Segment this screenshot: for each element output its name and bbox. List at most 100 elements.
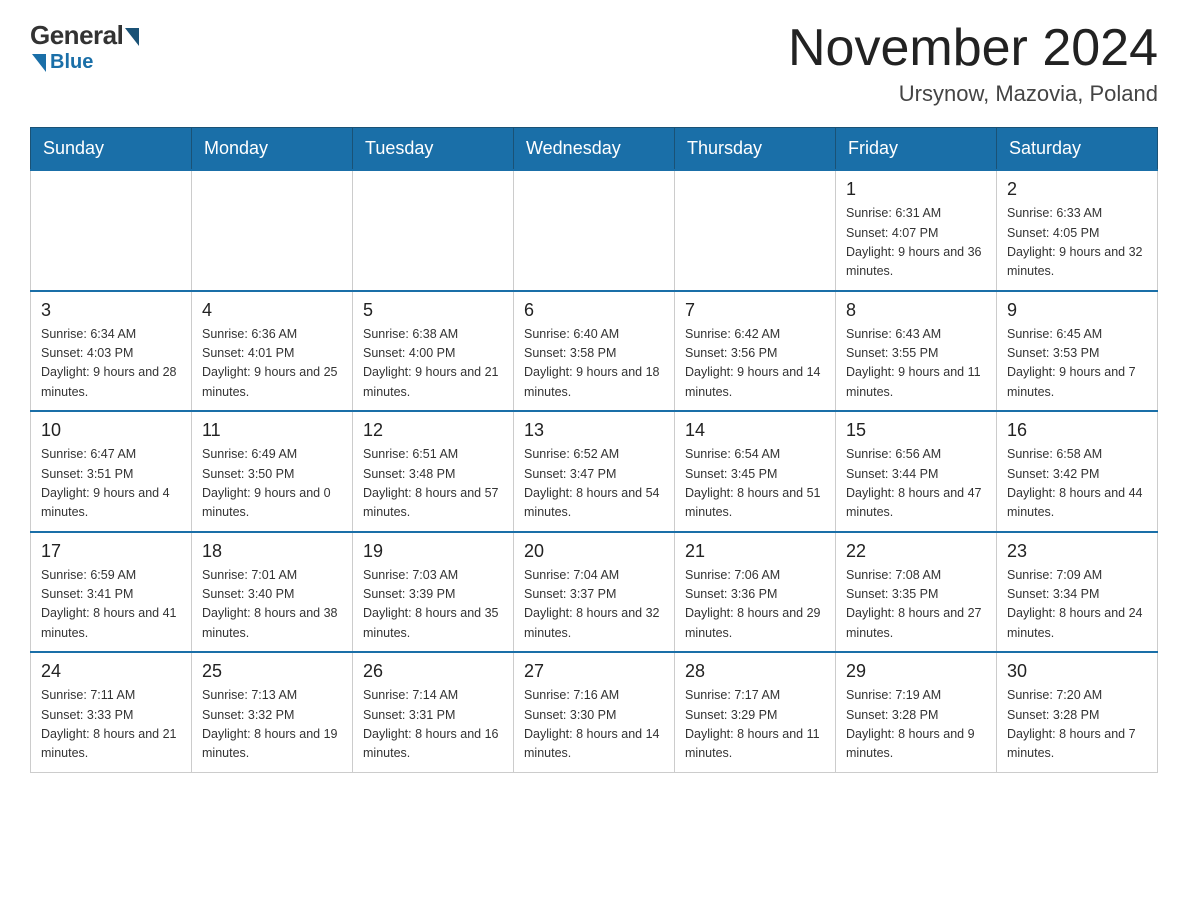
day-number: 4 — [202, 300, 342, 321]
day-number: 7 — [685, 300, 825, 321]
calendar-cell: 4 Sunrise: 6:36 AMSunset: 4:01 PMDaylight… — [192, 291, 353, 412]
day-number: 6 — [524, 300, 664, 321]
day-info: Sunrise: 7:16 AMSunset: 3:30 PMDaylight:… — [524, 686, 664, 764]
day-number: 18 — [202, 541, 342, 562]
calendar-header-thursday: Thursday — [675, 128, 836, 171]
day-info: Sunrise: 7:19 AMSunset: 3:28 PMDaylight:… — [846, 686, 986, 764]
day-number: 5 — [363, 300, 503, 321]
calendar-cell: 22Sunrise: 7:08 AMSunset: 3:35 PMDayligh… — [836, 532, 997, 653]
week-row-4: 17 Sunrise: 6:59 AMSunset: 3:41 PMDayligh… — [31, 532, 1158, 653]
calendar-cell: 14 Sunrise: 6:54 AMSunset: 3:45 PMDayligh… — [675, 411, 836, 532]
day-number: 20 — [524, 541, 664, 562]
calendar-header-wednesday: Wednesday — [514, 128, 675, 171]
calendar-header-monday: Monday — [192, 128, 353, 171]
day-info: Sunrise: 6:47 AMSunset: 3:51 PMDaylight:… — [41, 445, 181, 523]
week-row-3: 10 Sunrise: 6:47 AMSunset: 3:51 PMDayligh… — [31, 411, 1158, 532]
calendar-cell: 16 Sunrise: 6:58 AMSunset: 3:42 PMDayligh… — [997, 411, 1158, 532]
day-info: Sunrise: 6:51 AMSunset: 3:48 PMDaylight:… — [363, 445, 503, 523]
calendar-cell: 13Sunrise: 6:52 AMSunset: 3:47 PMDayligh… — [514, 411, 675, 532]
day-number: 14 — [685, 420, 825, 441]
day-number: 25 — [202, 661, 342, 682]
calendar-cell: 25 Sunrise: 7:13 AMSunset: 3:32 PMDayligh… — [192, 652, 353, 772]
calendar-header-tuesday: Tuesday — [353, 128, 514, 171]
calendar-cell: 17 Sunrise: 6:59 AMSunset: 3:41 PMDayligh… — [31, 532, 192, 653]
calendar-header-friday: Friday — [836, 128, 997, 171]
week-row-2: 3 Sunrise: 6:34 AMSunset: 4:03 PMDaylight… — [31, 291, 1158, 412]
calendar-cell: 18 Sunrise: 7:01 AMSunset: 3:40 PMDayligh… — [192, 532, 353, 653]
day-info: Sunrise: 6:54 AMSunset: 3:45 PMDaylight:… — [685, 445, 825, 523]
day-number: 3 — [41, 300, 181, 321]
day-info: Sunrise: 7:04 AMSunset: 3:37 PMDaylight:… — [524, 566, 664, 644]
day-info: Sunrise: 7:13 AMSunset: 3:32 PMDaylight:… — [202, 686, 342, 764]
calendar-cell: 7Sunrise: 6:42 AMSunset: 3:56 PMDaylight… — [675, 291, 836, 412]
title-section: November 2024 Ursynow, Mazovia, Poland — [788, 20, 1158, 107]
calendar-cell — [514, 170, 675, 291]
day-number: 29 — [846, 661, 986, 682]
day-number: 24 — [41, 661, 181, 682]
calendar-header-sunday: Sunday — [31, 128, 192, 171]
day-info: Sunrise: 7:20 AMSunset: 3:28 PMDaylight:… — [1007, 686, 1147, 764]
calendar-cell: 20 Sunrise: 7:04 AMSunset: 3:37 PMDayligh… — [514, 532, 675, 653]
calendar-cell: 2Sunrise: 6:33 AMSunset: 4:05 PMDaylight… — [997, 170, 1158, 291]
calendar-cell: 6 Sunrise: 6:40 AMSunset: 3:58 PMDaylight… — [514, 291, 675, 412]
day-number: 9 — [1007, 300, 1147, 321]
calendar-cell: 15 Sunrise: 6:56 AMSunset: 3:44 PMDayligh… — [836, 411, 997, 532]
day-number: 16 — [1007, 420, 1147, 441]
day-info: Sunrise: 6:45 AMSunset: 3:53 PMDaylight:… — [1007, 325, 1147, 403]
day-number: 17 — [41, 541, 181, 562]
day-info: Sunrise: 7:06 AMSunset: 3:36 PMDaylight:… — [685, 566, 825, 644]
calendar-cell: 26Sunrise: 7:14 AMSunset: 3:31 PMDayligh… — [353, 652, 514, 772]
calendar-cell: 21 Sunrise: 7:06 AMSunset: 3:36 PMDayligh… — [675, 532, 836, 653]
day-info: Sunrise: 6:38 AMSunset: 4:00 PMDaylight:… — [363, 325, 503, 403]
month-title: November 2024 — [788, 20, 1158, 77]
day-info: Sunrise: 7:17 AMSunset: 3:29 PMDaylight:… — [685, 686, 825, 764]
day-info: Sunrise: 6:56 AMSunset: 3:44 PMDaylight:… — [846, 445, 986, 523]
calendar-cell — [675, 170, 836, 291]
day-info: Sunrise: 7:11 AMSunset: 3:33 PMDaylight:… — [41, 686, 181, 764]
day-number: 12 — [363, 420, 503, 441]
day-number: 21 — [685, 541, 825, 562]
logo-arrow-icon — [125, 28, 139, 46]
day-info: Sunrise: 6:34 AMSunset: 4:03 PMDaylight:… — [41, 325, 181, 403]
logo-general-text: General — [30, 20, 123, 51]
calendar-cell: 10 Sunrise: 6:47 AMSunset: 3:51 PMDayligh… — [31, 411, 192, 532]
day-number: 27 — [524, 661, 664, 682]
day-number: 23 — [1007, 541, 1147, 562]
day-info: Sunrise: 6:36 AMSunset: 4:01 PMDaylight:… — [202, 325, 342, 403]
calendar-cell: 29 Sunrise: 7:19 AMSunset: 3:28 PMDayligh… — [836, 652, 997, 772]
location: Ursynow, Mazovia, Poland — [788, 81, 1158, 107]
calendar-cell: 30 Sunrise: 7:20 AMSunset: 3:28 PMDayligh… — [997, 652, 1158, 772]
logo-blue-text: Blue — [50, 51, 93, 74]
day-info: Sunrise: 6:58 AMSunset: 3:42 PMDaylight:… — [1007, 445, 1147, 523]
calendar-cell: 5 Sunrise: 6:38 AMSunset: 4:00 PMDaylight… — [353, 291, 514, 412]
page-header: General Blue November 2024 Ursynow, Mazo… — [30, 20, 1158, 107]
logo-top: General — [30, 20, 139, 51]
calendar-cell: 9 Sunrise: 6:45 AMSunset: 3:53 PMDaylight… — [997, 291, 1158, 412]
logo: General Blue — [30, 20, 139, 74]
day-info: Sunrise: 7:14 AMSunset: 3:31 PMDaylight:… — [363, 686, 503, 764]
day-info: Sunrise: 7:03 AMSunset: 3:39 PMDaylight:… — [363, 566, 503, 644]
day-info: Sunrise: 6:31 AMSunset: 4:07 PMDaylight:… — [846, 204, 986, 282]
day-number: 15 — [846, 420, 986, 441]
day-number: 10 — [41, 420, 181, 441]
calendar-cell: 1 Sunrise: 6:31 AMSunset: 4:07 PMDaylight… — [836, 170, 997, 291]
day-info: Sunrise: 6:59 AMSunset: 3:41 PMDaylight:… — [41, 566, 181, 644]
calendar-cell: 8 Sunrise: 6:43 AMSunset: 3:55 PMDaylight… — [836, 291, 997, 412]
day-number: 2 — [1007, 179, 1147, 200]
calendar-cell — [353, 170, 514, 291]
calendar-cell: 28 Sunrise: 7:17 AMSunset: 3:29 PMDayligh… — [675, 652, 836, 772]
day-number: 8 — [846, 300, 986, 321]
day-info: Sunrise: 7:09 AMSunset: 3:34 PMDaylight:… — [1007, 566, 1147, 644]
day-info: Sunrise: 6:40 AMSunset: 3:58 PMDaylight:… — [524, 325, 664, 403]
day-number: 1 — [846, 179, 986, 200]
day-number: 30 — [1007, 661, 1147, 682]
calendar-cell — [192, 170, 353, 291]
calendar-cell: 27 Sunrise: 7:16 AMSunset: 3:30 PMDayligh… — [514, 652, 675, 772]
day-number: 28 — [685, 661, 825, 682]
calendar-cell — [31, 170, 192, 291]
day-info: Sunrise: 6:43 AMSunset: 3:55 PMDaylight:… — [846, 325, 986, 403]
day-info: Sunrise: 6:49 AMSunset: 3:50 PMDaylight:… — [202, 445, 342, 523]
calendar-table: SundayMondayTuesdayWednesdayThursdayFrid… — [30, 127, 1158, 773]
calendar-header-saturday: Saturday — [997, 128, 1158, 171]
day-info: Sunrise: 7:01 AMSunset: 3:40 PMDaylight:… — [202, 566, 342, 644]
